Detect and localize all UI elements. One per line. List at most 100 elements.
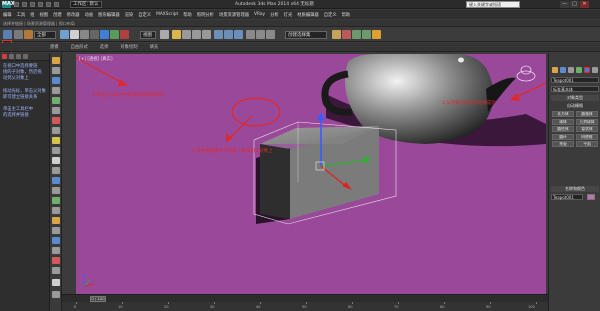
menu-item[interactable]: 修改器 — [67, 12, 80, 18]
camera-icon[interactable] — [52, 237, 60, 244]
name-color-header[interactable]: 名称和颜色 — [551, 186, 599, 192]
primitive-button[interactable]: 茶壶 — [552, 141, 574, 147]
particle-icon[interactable] — [52, 279, 60, 286]
menu-item[interactable]: 自定义 — [324, 12, 337, 18]
menu-item[interactable]: 组 — [30, 12, 34, 18]
object-name-field[interactable]: Teapot001 — [551, 194, 583, 200]
menu-item[interactable]: 场景资源管理器 — [219, 12, 249, 18]
menu-item[interactable]: 帮助 — [342, 12, 351, 18]
curve-editor-icon[interactable] — [266, 30, 275, 39]
menu-item[interactable]: 动画 — [85, 12, 94, 18]
track-bar[interactable]: 0 10 20 30 40 50 60 70 80 90 100 — [62, 302, 548, 311]
minimize-button[interactable]: — — [560, 1, 569, 8]
arc-icon[interactable] — [52, 187, 60, 194]
create-tab-icon[interactable] — [552, 67, 558, 73]
render-setup-icon[interactable] — [352, 30, 361, 39]
close-button[interactable]: ✕ — [580, 1, 589, 8]
object-category-select[interactable]: 标准基本体 — [551, 86, 599, 92]
named-selection-icon[interactable] — [214, 30, 223, 39]
app-logo[interactable]: MAX — [2, 1, 15, 8]
rendered-frame-icon[interactable] — [362, 30, 371, 39]
primitive-button[interactable]: 长方体 — [552, 111, 574, 117]
light-icon[interactable] — [52, 227, 60, 234]
sort-icon[interactable] — [23, 54, 28, 59]
schematic-view-icon[interactable] — [332, 30, 341, 39]
spinner-snap-icon[interactable] — [202, 30, 211, 39]
helper-icon[interactable] — [52, 247, 60, 254]
box-icon[interactable] — [52, 57, 60, 64]
selection-filter-select[interactable]: 全部 — [34, 31, 56, 39]
bind-space-warp-icon[interactable] — [24, 30, 33, 39]
primitive-button[interactable]: 圆环 — [552, 133, 574, 140]
window-crossing-icon[interactable] — [90, 30, 99, 39]
sphere-icon[interactable] — [52, 67, 60, 74]
snap-toggle-icon[interactable] — [172, 30, 181, 39]
search-input[interactable]: 键入关键字或短语 — [466, 1, 520, 8]
auto-grid-checkbox[interactable]: 自动栅格 — [551, 103, 599, 109]
hierarchy-tab-icon[interactable] — [568, 67, 574, 73]
text-icon[interactable] — [52, 157, 60, 164]
torus-icon[interactable] — [52, 87, 60, 94]
ribbon-tab[interactable]: 对象绘制 — [120, 44, 137, 50]
reference-coord-select[interactable]: 视图 — [140, 31, 156, 39]
align-icon[interactable] — [234, 30, 243, 39]
ribbon-tab[interactable]: 填充 — [150, 44, 159, 50]
angle-snap-icon[interactable] — [182, 30, 191, 39]
primitive-button[interactable]: 圆锥体 — [576, 111, 598, 117]
graphite-icon[interactable] — [256, 30, 265, 39]
menu-item[interactable]: 分析 — [270, 12, 279, 18]
redo-icon[interactable] — [46, 2, 51, 7]
object-color-swatch[interactable] — [587, 194, 595, 200]
pivot-icon[interactable] — [160, 30, 169, 39]
selection-set-select[interactable]: 创建选择集 — [285, 31, 327, 39]
system-icon[interactable] — [52, 267, 60, 274]
rect-region-icon[interactable] — [80, 30, 89, 39]
select-scale-icon[interactable] — [120, 30, 129, 39]
primitive-button[interactable]: 几何球体 — [576, 118, 598, 125]
maximize-button[interactable]: □ — [570, 1, 579, 8]
ngon-icon[interactable] — [52, 197, 60, 204]
space-warp-icon[interactable] — [52, 257, 60, 264]
viewport-label[interactable]: [+] [透视] [真实] — [79, 56, 113, 62]
cone-icon[interactable] — [52, 107, 60, 114]
primitive-button[interactable]: 管状体 — [576, 126, 598, 132]
menu-item[interactable]: 灯光 — [284, 12, 293, 18]
plane-icon[interactable] — [52, 97, 60, 104]
menu-item[interactable]: 编辑 — [3, 12, 12, 18]
line-icon[interactable] — [52, 167, 60, 174]
project-folder-icon[interactable] — [54, 2, 59, 7]
primitive-button[interactable]: 平面 — [576, 141, 598, 147]
command-object-name[interactable]: Teapot001 — [551, 77, 599, 83]
menu-item[interactable]: 创建 — [53, 12, 62, 18]
ribbon-tab[interactable]: 建模 — [50, 44, 59, 50]
primitive-button[interactable]: 圆柱体 — [552, 126, 574, 132]
menu-item[interactable]: 视图 — [39, 12, 48, 18]
cylinder-icon[interactable] — [52, 77, 60, 84]
tube-icon[interactable] — [52, 127, 60, 134]
perspective-viewport[interactable]: 1.单击主工具栏中的选择并链接按钮 2.选中要链接的子对象，拖动到父对象上 3.… — [76, 54, 546, 294]
menu-item[interactable]: 材质编辑器 — [297, 12, 318, 18]
undo-icon[interactable] — [38, 2, 43, 7]
display-icon[interactable] — [16, 54, 21, 59]
filter-icon[interactable] — [9, 54, 14, 59]
menu-item[interactable]: 帮助 — [183, 12, 192, 18]
helix-icon[interactable] — [52, 217, 60, 224]
primitive-button[interactable]: 球体 — [552, 118, 574, 125]
star-icon[interactable] — [52, 207, 60, 214]
menu-item[interactable]: 照明分析 — [197, 12, 214, 18]
ribbon-tab[interactable]: 选择 — [100, 44, 109, 50]
select-by-name-icon[interactable] — [70, 30, 79, 39]
new-file-icon[interactable] — [14, 2, 19, 7]
select-move-icon[interactable] — [100, 30, 109, 39]
compound-icon[interactable] — [52, 291, 60, 298]
teapot-icon[interactable] — [52, 147, 60, 154]
select-link-icon[interactable] — [3, 30, 12, 39]
workspace-select[interactable]: 工作区: 默认 — [70, 1, 102, 8]
menu-item[interactable]: MAXScript — [156, 12, 178, 17]
save-file-icon[interactable] — [30, 2, 35, 7]
primitive-button[interactable]: 四棱锥 — [576, 133, 598, 140]
layer-manager-icon[interactable] — [246, 30, 255, 39]
menu-item[interactable]: 自定义 — [138, 12, 151, 18]
circle-icon[interactable] — [52, 177, 60, 184]
select-rotate-icon[interactable] — [110, 30, 119, 39]
